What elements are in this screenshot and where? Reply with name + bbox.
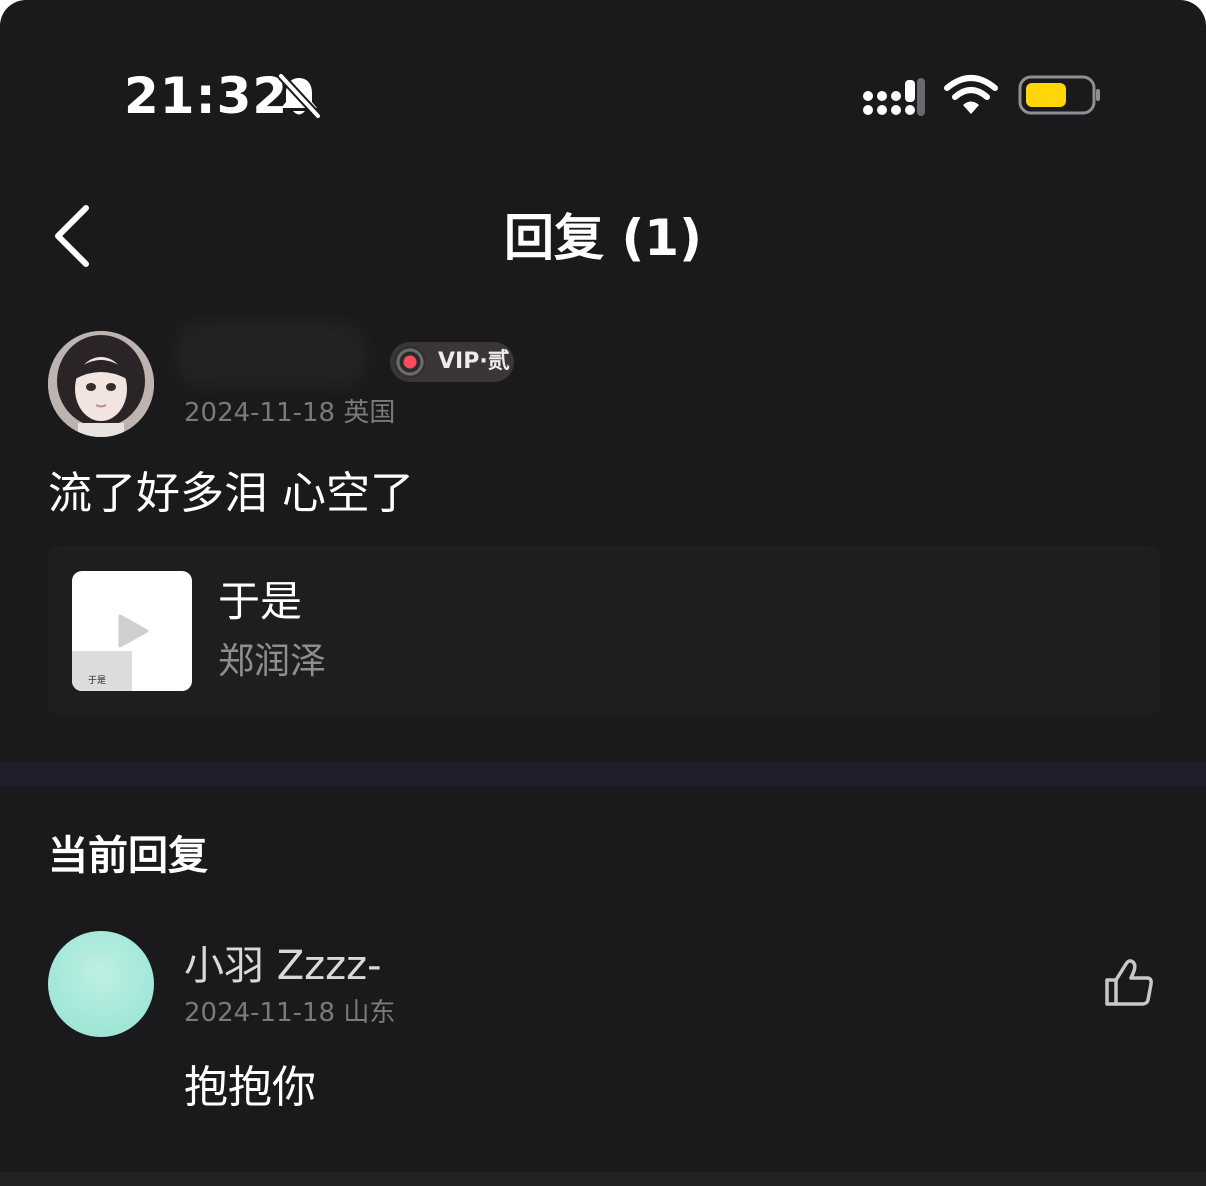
status-time: 21:32 [124, 67, 289, 125]
thumbs-up-icon[interactable] [1102, 956, 1156, 1010]
reply-text: 抱抱你 [184, 1062, 316, 1113]
vip-badge[interactable]: VIP·贰 [390, 342, 514, 382]
wifi-icon [944, 75, 998, 114]
reply-screen: 21:32 回复 (1) VIP·贰 2024-11-18 英国 流了好多泪 心… [0, 0, 1206, 1186]
comment-text: 流了好多泪 心空了 [48, 468, 414, 519]
bell-muted-icon [278, 73, 321, 119]
page-title: 回复 (1) [504, 209, 702, 267]
battery-icon [1018, 75, 1100, 115]
song-card[interactable]: 于是 于是 郑润泽 [48, 546, 1160, 716]
reply-author-avatar[interactable] [48, 931, 154, 1037]
vip-badge-label: VIP·贰 [438, 349, 510, 374]
avatar-photo [48, 331, 154, 437]
reply-author-name[interactable]: 小羽 Zzzz- [184, 940, 382, 992]
song-cover: 于是 [72, 571, 192, 691]
bottom-divider [0, 1172, 1206, 1186]
comment-meta: 2024-11-18 英国 [184, 398, 396, 428]
author-name-blurred [176, 322, 366, 388]
song-artist: 郑润泽 [218, 641, 327, 682]
play-icon [118, 614, 149, 648]
song-title: 于是 [218, 577, 303, 626]
current-reply-heading: 当前回复 [48, 833, 208, 879]
section-divider [0, 762, 1206, 786]
vinyl-disc-icon [394, 346, 426, 378]
reply-meta: 2024-11-18 山东 [184, 998, 396, 1028]
comment-author-avatar[interactable] [48, 331, 154, 437]
cellular-signal-icon [863, 78, 925, 116]
cover-caption: 于是 [88, 676, 107, 686]
